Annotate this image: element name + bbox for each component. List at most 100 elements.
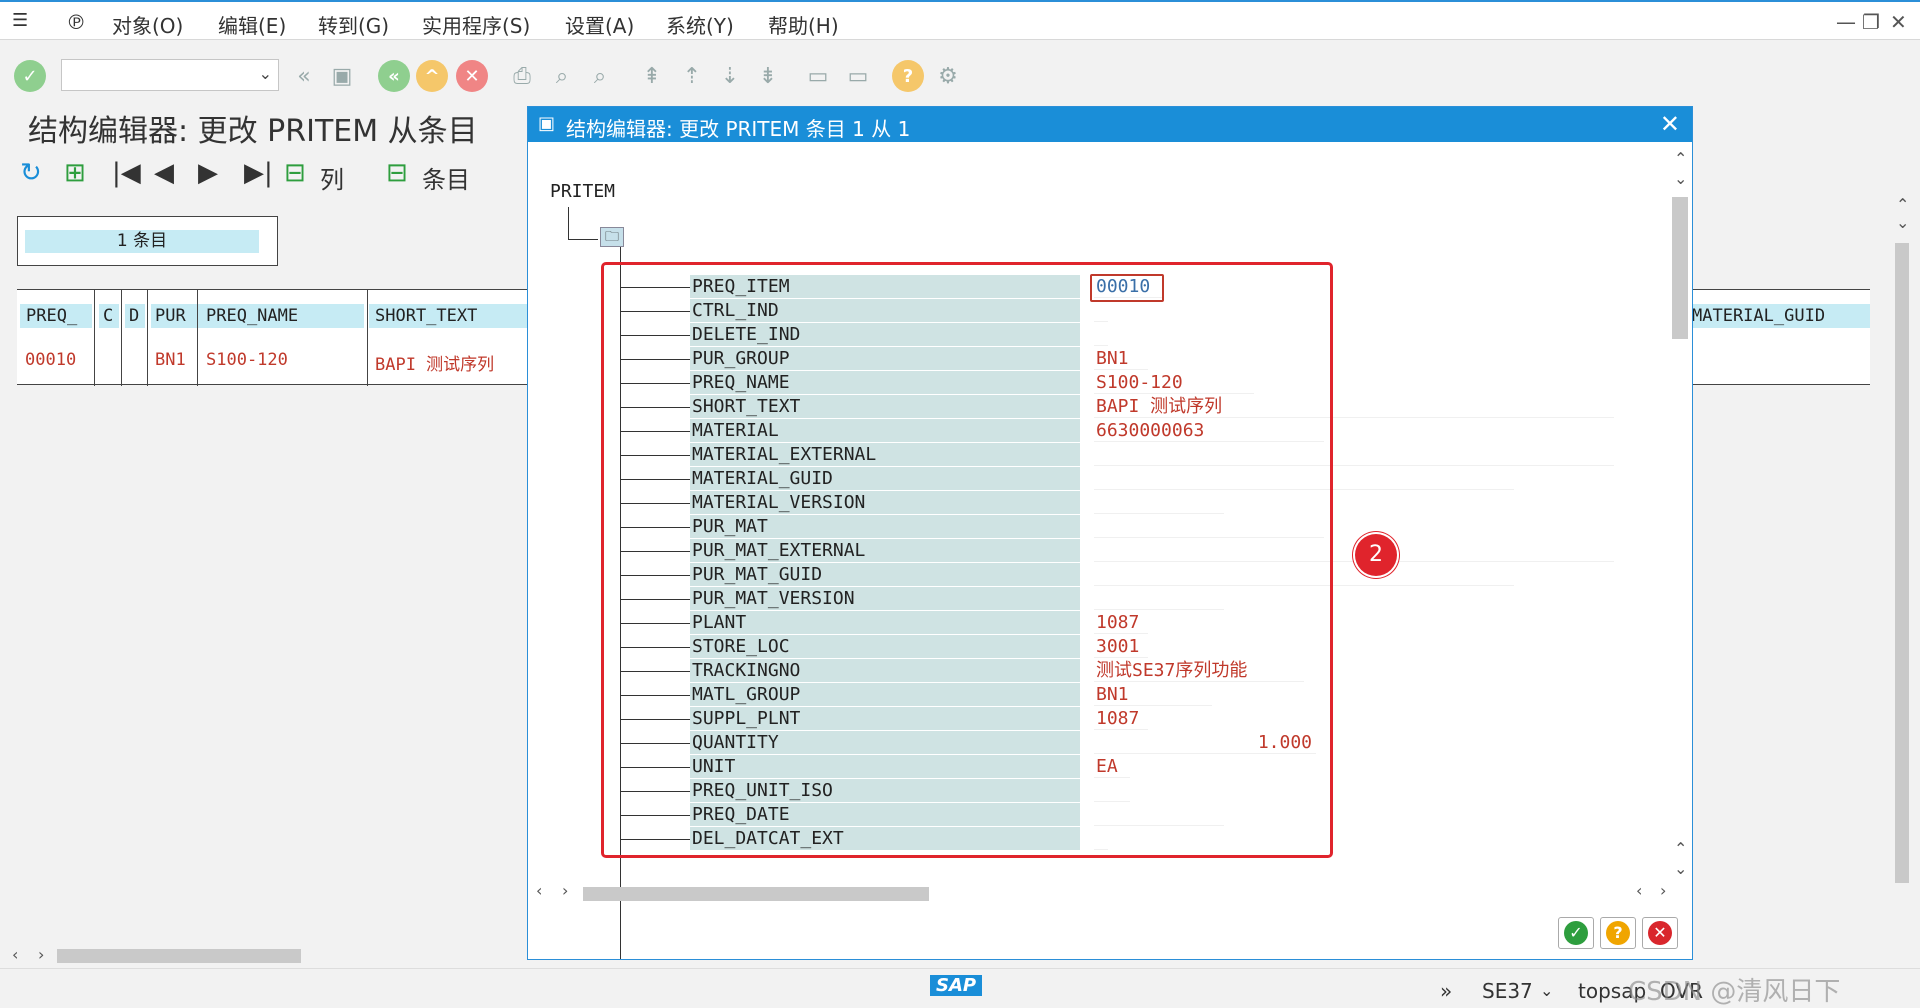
col-short-text[interactable]: SHORT_TEXT <box>369 304 527 328</box>
exit-icon[interactable]: ^ <box>416 60 448 92</box>
help-icon[interactable]: ? <box>892 60 924 92</box>
field-value-input[interactable] <box>1094 539 1614 562</box>
field-value-input[interactable]: 1087 <box>1094 707 1148 730</box>
close-window-icon[interactable]: ✕ <box>1890 10 1907 34</box>
field-value-input[interactable] <box>1094 803 1224 826</box>
field-value-input[interactable]: BN1 <box>1094 347 1148 370</box>
field-value-input[interactable]: 6630000063 <box>1094 419 1324 442</box>
field-value-input[interactable] <box>1094 515 1324 538</box>
main-vertical-scrollbar[interactable]: ⌃ ⌄ <box>1892 195 1912 935</box>
field-value-input[interactable]: 00010 <box>1094 275 1164 298</box>
field-value-input[interactable] <box>1094 299 1108 322</box>
entries-icon[interactable]: ⊟ <box>386 158 408 188</box>
system-menu-icon[interactable]: ☰ <box>12 10 28 31</box>
last-icon[interactable]: ▶| <box>244 158 273 188</box>
print-icon[interactable]: ⎙ <box>506 60 538 92</box>
cell-preq[interactable]: 00010 <box>25 350 76 370</box>
field-value-input[interactable] <box>1094 491 1224 514</box>
first-page-icon[interactable]: ⇞ <box>636 60 668 92</box>
menu-help[interactable]: 帮助(H) <box>768 10 839 39</box>
scroll-thumb[interactable] <box>1895 243 1909 883</box>
scroll-up-icon[interactable]: ⌃ <box>1674 149 1687 168</box>
scroll-up-icon[interactable]: ⌃ <box>1896 195 1909 214</box>
collapse-left-icon[interactable]: « <box>288 60 320 92</box>
help-button[interactable]: ? <box>1600 917 1636 949</box>
col-d[interactable]: D <box>125 304 145 328</box>
previous-icon[interactable]: ◀ <box>154 158 174 188</box>
columns-icon[interactable]: ⊟ <box>284 158 306 188</box>
scroll-down-icon[interactable]: ⌄ <box>1674 859 1687 878</box>
first-icon[interactable]: |◀ <box>112 158 141 188</box>
field-value-input[interactable] <box>1094 587 1224 610</box>
menu-system[interactable]: 系统(Y) <box>666 10 734 39</box>
field-value-input[interactable]: 3001 <box>1094 635 1148 658</box>
scroll-thumb[interactable] <box>57 949 301 963</box>
create-session-icon[interactable]: ▭ <box>802 60 834 92</box>
main-horizontal-scrollbar[interactable]: ‹ › <box>10 945 530 965</box>
cancel-icon[interactable]: ✕ <box>456 60 488 92</box>
scroll-right-icon[interactable]: › <box>1660 881 1666 900</box>
cancel-button[interactable]: ✕ <box>1642 917 1678 949</box>
hierarchy-icon[interactable]: ⊞ <box>64 158 86 188</box>
field-value-input[interactable]: BAPI 测试序列 <box>1094 395 1614 418</box>
menu-goto[interactable]: 转到(G) <box>318 10 389 39</box>
scroll-up-icon[interactable]: ⌃ <box>1674 839 1687 858</box>
command-field[interactable]: ⌄ <box>61 59 279 91</box>
scroll-thumb[interactable] <box>1672 197 1688 339</box>
menu-settings[interactable]: 设置(A) <box>565 10 634 39</box>
save-icon[interactable]: ▣ <box>326 60 358 92</box>
field-value-input[interactable]: EA <box>1094 755 1130 778</box>
gear-icon[interactable]: ⚙ <box>932 60 964 92</box>
cell-short-text[interactable]: BAPI 测试序列 <box>375 350 494 375</box>
field-value-input[interactable]: 测试SE37序列功能 <box>1094 659 1304 682</box>
scroll-down-icon[interactable]: ⌄ <box>1896 213 1909 232</box>
menu-utilities[interactable]: 实用程序(S) <box>422 10 530 39</box>
col-c[interactable]: C <box>99 304 119 328</box>
menu-edit[interactable]: 编辑(E) <box>218 10 286 39</box>
dialog-horizontal-scrollbar[interactable]: ‹ › ‹ › <box>536 881 1666 903</box>
cell-pur[interactable]: BN1 <box>155 350 186 370</box>
field-value-input[interactable] <box>1094 779 1130 802</box>
minimize-icon[interactable]: — <box>1836 10 1856 34</box>
next-icon[interactable]: ▶ <box>198 158 218 188</box>
field-value-input[interactable]: S100-120 <box>1094 371 1254 394</box>
refresh-icon[interactable]: ↻ <box>20 158 42 188</box>
col-pur[interactable]: PUR <box>151 304 201 328</box>
scroll-right-icon[interactable]: › <box>562 881 568 900</box>
scroll-right-icon[interactable]: › <box>38 945 44 964</box>
scroll-left-icon[interactable]: ‹ <box>12 945 18 964</box>
customize-icon[interactable]: ℗ <box>66 10 86 34</box>
field-value-input[interactable] <box>1094 563 1514 586</box>
folder-icon[interactable]: 🗀 <box>600 227 624 247</box>
previous-page-icon[interactable]: ⇡ <box>676 60 708 92</box>
scroll-thumb[interactable] <box>583 887 929 901</box>
field-value-input[interactable]: BN1 <box>1094 683 1212 706</box>
restore-icon[interactable]: ❐ <box>1862 10 1880 34</box>
dialog-vertical-scrollbar[interactable]: ⌃ ⌄ ⌃ ⌄ <box>1670 149 1690 878</box>
field-value-input[interactable]: 1087 <box>1094 611 1148 634</box>
back-icon[interactable]: « <box>378 60 410 92</box>
menu-object[interactable]: 对象(O) <box>112 10 183 39</box>
col-preq[interactable]: PREQ_ <box>20 304 92 328</box>
col-material-guid[interactable]: MATERIAL_GUID <box>1692 304 1870 328</box>
expand-status-icon[interactable]: » <box>1440 979 1452 1003</box>
next-page-icon[interactable]: ⇣ <box>714 60 746 92</box>
cell-preq-name[interactable]: S100-120 <box>206 350 288 370</box>
confirm-button[interactable]: ✓ <box>1558 917 1594 949</box>
last-page-icon[interactable]: ⇟ <box>752 60 784 92</box>
scroll-left-icon[interactable]: ‹ <box>1636 881 1642 900</box>
field-value-input[interactable]: 1.000 <box>1094 731 1316 754</box>
field-value-input[interactable] <box>1094 323 1108 346</box>
chevron-down-icon[interactable]: ⌄ <box>259 64 272 83</box>
enter-icon[interactable]: ✓ <box>14 60 46 92</box>
close-icon[interactable]: ✕ <box>1660 110 1680 138</box>
find-next-icon[interactable]: ⌕ <box>584 60 616 92</box>
field-value-input[interactable] <box>1094 443 1614 466</box>
scroll-left-icon[interactable]: ‹ <box>536 881 542 900</box>
field-value-input[interactable] <box>1094 827 1108 850</box>
shortcut-icon[interactable]: ▭ <box>842 60 874 92</box>
find-icon[interactable]: ⌕ <box>546 60 578 92</box>
field-value-input[interactable] <box>1094 467 1514 490</box>
entries-button[interactable]: 条目 <box>422 160 470 195</box>
chevron-down-icon[interactable]: ⌄ <box>1540 981 1553 1000</box>
